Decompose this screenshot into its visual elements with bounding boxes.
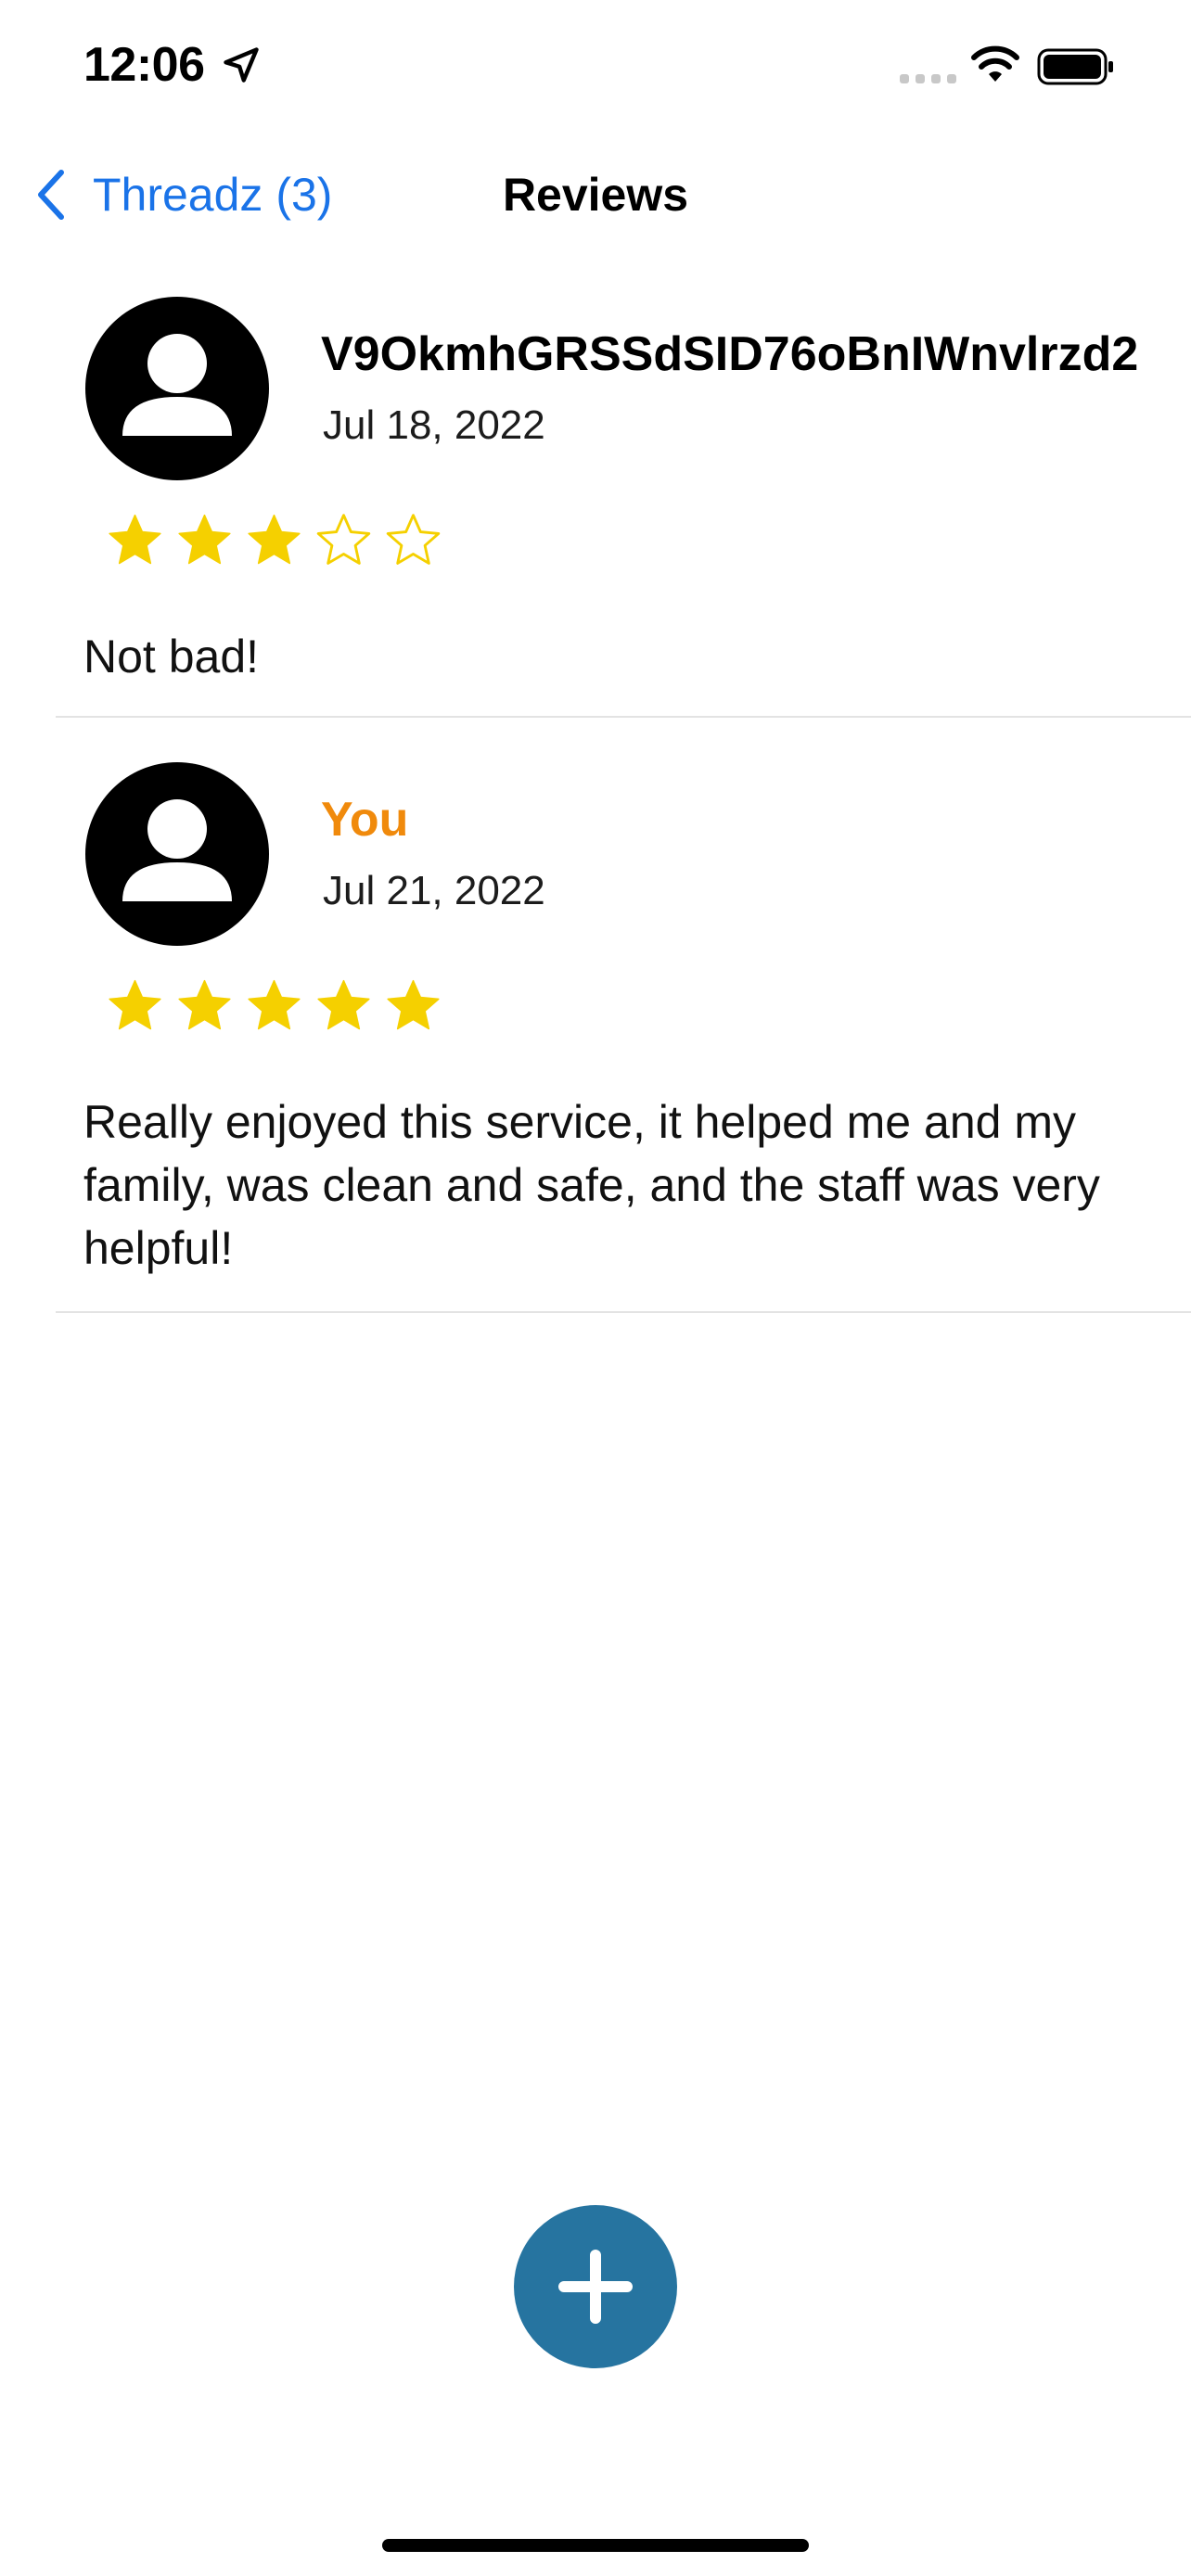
avatar [85, 297, 269, 480]
star-outline-icon [316, 514, 371, 565]
star-filled-icon [109, 514, 161, 565]
star-outline-icon [386, 514, 441, 565]
star-filled-icon [109, 979, 161, 1030]
user-icon [122, 799, 232, 901]
signal-icon [900, 74, 956, 83]
star-filled-icon [317, 979, 370, 1030]
page-title: Reviews [502, 169, 689, 221]
star-filled-icon [178, 514, 231, 565]
plus-icon [558, 2250, 633, 2324]
star-rating [106, 511, 442, 569]
divider [56, 1311, 1191, 1313]
battery-icon [1037, 48, 1113, 85]
divider [56, 716, 1191, 718]
star-filled-icon [178, 979, 231, 1030]
reviews-screen: 12:06 Threadz (3) Reviews V9OkmhGRSSdSID… [0, 0, 1191, 2576]
review-text: Really enjoyed this service, it helped m… [83, 1096, 1100, 1274]
review-date: Jul 18, 2022 [323, 402, 545, 448]
location-arrow-icon [224, 47, 259, 83]
star-filled-icon [248, 979, 301, 1030]
user-icon [122, 334, 232, 436]
home-indicator [382, 2539, 809, 2552]
reviewer-name: V9OkmhGRSSdSID76oBnIWnvlrzd2 [321, 327, 1139, 381]
reviewer-name: You [321, 793, 409, 847]
add-review-button[interactable] [514, 2205, 677, 2368]
star-filled-icon [387, 979, 440, 1030]
avatar [85, 762, 269, 946]
status-time: 12:06 [83, 38, 205, 92]
wifi-icon [971, 45, 1019, 82]
star-filled-icon [248, 514, 301, 565]
star-rating [106, 976, 442, 1035]
status-bar: 12:06 [0, 0, 1191, 130]
navigation-bar: Threadz (3) Reviews [0, 148, 1191, 241]
review-text: Not bad! [83, 631, 260, 682]
review-date: Jul 21, 2022 [323, 868, 545, 913]
